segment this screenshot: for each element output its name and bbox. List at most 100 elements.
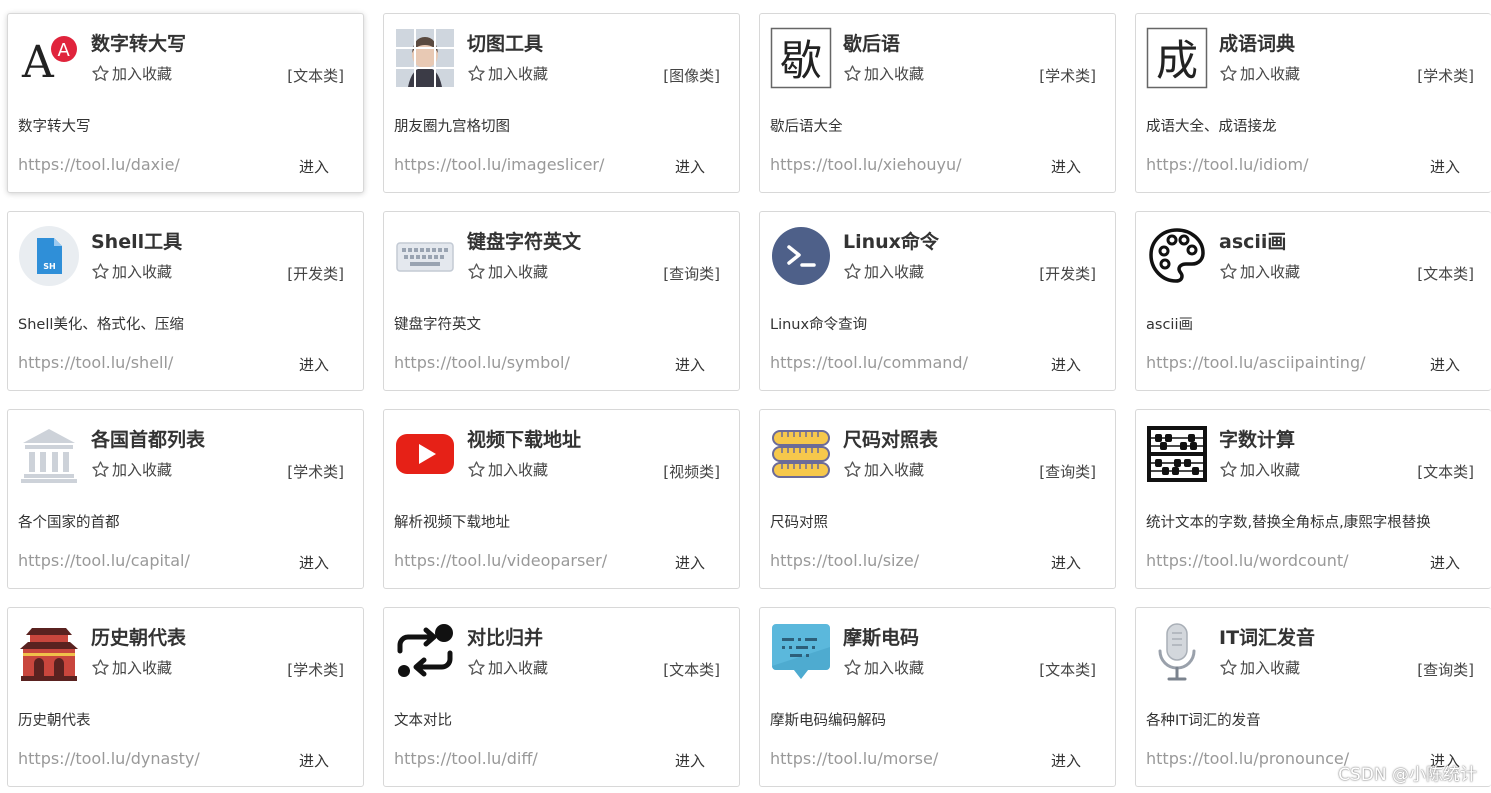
add-favorite-button[interactable]: 加入收藏	[467, 459, 548, 480]
tool-url[interactable]: https://tool.lu/xiehouyu/	[770, 155, 962, 174]
tool-title[interactable]: IT词汇发音	[1219, 623, 1315, 650]
tool-url[interactable]: https://tool.lu/pronounce/	[1146, 749, 1349, 768]
add-favorite-label: 加入收藏	[112, 461, 173, 479]
add-favorite-label: 加入收藏	[1240, 659, 1301, 677]
tool-title[interactable]: 键盘字符英文	[467, 227, 581, 254]
tool-title[interactable]: Linux命令	[843, 227, 939, 254]
star-outline-icon	[92, 659, 109, 675]
tool-url[interactable]: https://tool.lu/asciipainting/	[1146, 353, 1366, 372]
enter-link[interactable]: 进入	[1430, 354, 1460, 375]
tool-title[interactable]: Shell工具	[91, 227, 182, 254]
enter-link[interactable]: 进入	[299, 156, 329, 177]
tool-title[interactable]: ascii画	[1219, 227, 1286, 254]
add-favorite-button[interactable]: 加入收藏	[1219, 261, 1300, 282]
add-favorite-button[interactable]: 加入收藏	[467, 63, 548, 84]
enter-link[interactable]: 进入	[675, 750, 705, 771]
tool-card[interactable]: 成 成语词典 加入收藏 [学术类] 成语大全、成语接龙 https://tool…	[1135, 13, 1491, 193]
tool-card[interactable]: 字数计算 加入收藏 [文本类] 统计文本的字数,替换全角标点,康熙字根替换 ht…	[1135, 409, 1491, 589]
add-favorite-button[interactable]: 加入收藏	[467, 657, 548, 678]
tool-card[interactable]: ascii画 加入收藏 [文本类] ascii画 https://tool.lu…	[1135, 211, 1491, 391]
add-favorite-button[interactable]: 加入收藏	[1219, 657, 1300, 678]
microphone-icon	[1146, 621, 1208, 683]
add-favorite-button[interactable]: 加入收藏	[91, 657, 172, 678]
enter-link[interactable]: 进入	[299, 354, 329, 375]
tool-title[interactable]: 歇后语	[843, 29, 900, 56]
tool-title[interactable]: 字数计算	[1219, 425, 1295, 452]
tool-description: 统计文本的字数,替换全角标点,康熙字根替换	[1146, 515, 1431, 531]
tool-card[interactable]: 歇 歇后语 加入收藏 [学术类] 歇后语大全 https://tool.lu/x…	[759, 13, 1116, 193]
add-favorite-button[interactable]: 加入收藏	[1219, 63, 1300, 84]
add-favorite-label: 加入收藏	[488, 461, 549, 479]
tool-title[interactable]: 历史朝代表	[91, 623, 186, 650]
add-favorite-label: 加入收藏	[112, 65, 173, 83]
tool-url[interactable]: https://tool.lu/symbol/	[394, 353, 570, 372]
tool-card[interactable]: 对比归并 加入收藏 [文本类] 文本对比 https://tool.lu/dif…	[383, 607, 740, 787]
add-favorite-button[interactable]: 加入收藏	[91, 63, 172, 84]
tool-card[interactable]: 摩斯电码 加入收藏 [文本类] 摩斯电码编码解码 https://tool.lu…	[759, 607, 1116, 787]
enter-link[interactable]: 进入	[675, 552, 705, 573]
enter-link[interactable]: 进入	[299, 552, 329, 573]
tool-card[interactable]: 视频下载地址 加入收藏 [视频类] 解析视频下载地址 https://tool.…	[383, 409, 740, 589]
enter-link[interactable]: 进入	[1051, 354, 1081, 375]
add-favorite-button[interactable]: 加入收藏	[843, 657, 924, 678]
tool-url[interactable]: https://tool.lu/daxie/	[18, 155, 180, 174]
tool-title[interactable]: 数字转大写	[91, 29, 186, 56]
tool-card[interactable]: 各国首都列表 加入收藏 [学术类] 各个国家的首都 https://tool.l…	[7, 409, 364, 589]
tool-url[interactable]: https://tool.lu/diff/	[394, 749, 538, 768]
enter-link[interactable]: 进入	[1430, 156, 1460, 177]
enter-link[interactable]: 进入	[1430, 552, 1460, 573]
add-favorite-button[interactable]: 加入收藏	[843, 459, 924, 480]
tool-url[interactable]: https://tool.lu/shell/	[18, 353, 173, 372]
enter-link[interactable]: 进入	[1051, 156, 1081, 177]
tool-card[interactable]: 切图工具 加入收藏 [图像类] 朋友圈九宫格切图 https://tool.lu…	[383, 13, 740, 193]
tool-title[interactable]: 视频下载地址	[467, 425, 581, 452]
add-favorite-button[interactable]: 加入收藏	[91, 459, 172, 480]
add-favorite-button[interactable]: 加入收藏	[843, 63, 924, 84]
enter-link[interactable]: 进入	[1051, 552, 1081, 573]
tool-url[interactable]: https://tool.lu/videoparser/	[394, 551, 607, 570]
keyboard-icon	[394, 225, 456, 287]
tool-card[interactable]: 历史朝代表 加入收藏 [学术类] 历史朝代表 https://tool.lu/d…	[7, 607, 364, 787]
tool-card[interactable]: SH Shell工具 加入收藏 [开发类] Shell美化、格式化、压缩 htt…	[7, 211, 364, 391]
tool-title[interactable]: 尺码对照表	[843, 425, 938, 452]
category-tag: [开发类]	[1039, 265, 1096, 283]
tool-description: Linux命令查询	[770, 317, 868, 333]
add-favorite-button[interactable]: 加入收藏	[467, 261, 548, 282]
add-favorite-button[interactable]: 加入收藏	[843, 261, 924, 282]
category-tag: [视频类]	[663, 463, 720, 481]
tool-card[interactable]: Linux命令 加入收藏 [开发类] Linux命令查询 https://too…	[759, 211, 1116, 391]
enter-link[interactable]: 进入	[675, 156, 705, 177]
palace-icon	[18, 621, 80, 683]
category-tag: [学术类]	[287, 463, 344, 481]
svg-text:成: 成	[1156, 36, 1198, 85]
star-outline-icon	[92, 65, 109, 81]
tool-title[interactable]: 对比归并	[467, 623, 543, 650]
tool-url[interactable]: https://tool.lu/imageslicer/	[394, 155, 604, 174]
tool-title[interactable]: 切图工具	[467, 29, 543, 56]
star-outline-icon	[92, 461, 109, 477]
tool-card[interactable]: 键盘字符英文 加入收藏 [查询类] 键盘字符英文 https://tool.lu…	[383, 211, 740, 391]
add-favorite-button[interactable]: 加入收藏	[91, 261, 172, 282]
add-favorite-button[interactable]: 加入收藏	[1219, 459, 1300, 480]
tool-title[interactable]: 各国首都列表	[91, 425, 205, 452]
tool-url[interactable]: https://tool.lu/size/	[770, 551, 919, 570]
photo-grid-icon	[394, 27, 456, 89]
tool-url[interactable]: https://tool.lu/morse/	[770, 749, 938, 768]
tool-card[interactable]: 尺码对照表 加入收藏 [查询类] 尺码对照 https://tool.lu/si…	[759, 409, 1116, 589]
tool-url[interactable]: https://tool.lu/dynasty/	[18, 749, 200, 768]
star-outline-icon	[1220, 263, 1237, 279]
tool-url[interactable]: https://tool.lu/wordcount/	[1146, 551, 1349, 570]
tool-card[interactable]: AA 数字转大写 加入收藏 [文本类] 数字转大写 https://tool.l…	[7, 13, 364, 193]
tool-url[interactable]: https://tool.lu/command/	[770, 353, 968, 372]
enter-link[interactable]: 进入	[299, 750, 329, 771]
add-favorite-label: 加入收藏	[864, 659, 925, 677]
morse-chat-icon	[770, 621, 832, 683]
tool-description: 成语大全、成语接龙	[1146, 119, 1277, 135]
tool-title[interactable]: 成语词典	[1219, 29, 1295, 56]
tool-title[interactable]: 摩斯电码	[843, 623, 919, 650]
enter-link[interactable]: 进入	[1051, 750, 1081, 771]
tool-url[interactable]: https://tool.lu/idiom/	[1146, 155, 1309, 174]
star-outline-icon	[468, 263, 485, 279]
tool-url[interactable]: https://tool.lu/capital/	[18, 551, 190, 570]
enter-link[interactable]: 进入	[675, 354, 705, 375]
